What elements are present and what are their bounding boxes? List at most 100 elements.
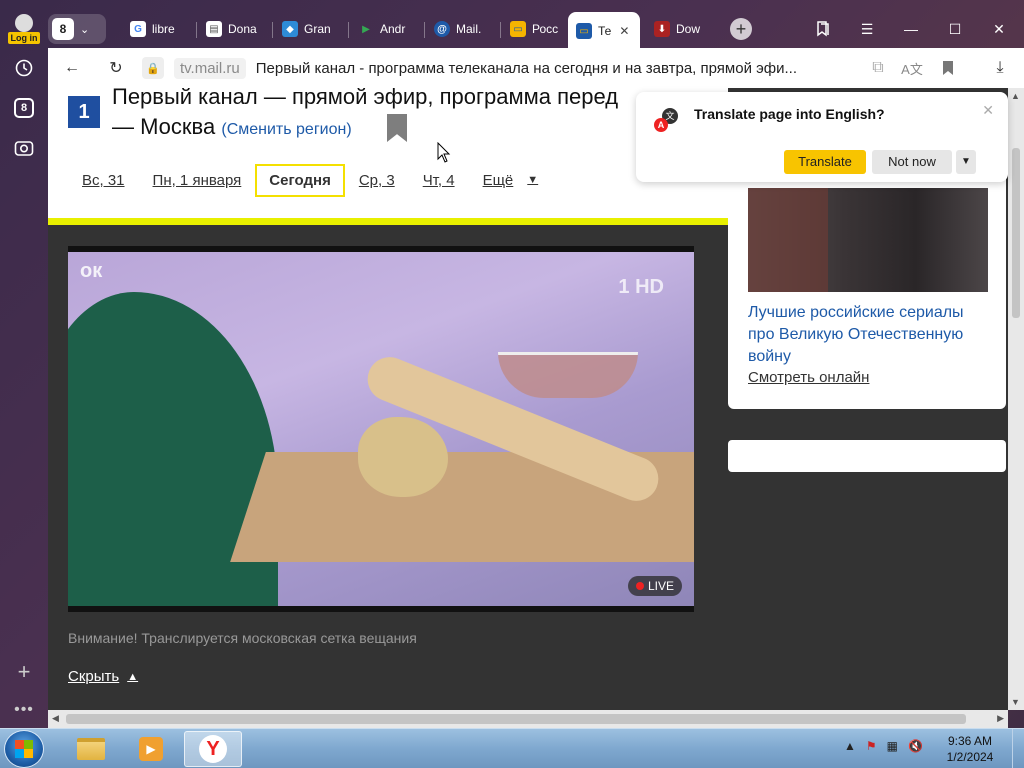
- watch-online-link[interactable]: Смотреть онлайн: [748, 369, 869, 386]
- horizontal-scroll-thumb[interactable]: [66, 714, 966, 724]
- live-label: LIVE: [647, 579, 674, 593]
- tab-separator: [272, 22, 273, 38]
- close-tab-icon[interactable]: ✕: [619, 24, 629, 38]
- tab-download[interactable]: ⬇ Dow: [646, 14, 718, 44]
- promo-headline[interactable]: Лучшие российские сериалы про Великую От…: [748, 302, 993, 368]
- page-title: Первый канал — прямой эфир, программа пе…: [112, 88, 712, 145]
- plus-icon: +: [735, 19, 747, 39]
- menu-button[interactable]: ☰: [852, 14, 882, 44]
- tab-gran[interactable]: ◆ Gran: [274, 14, 346, 44]
- live-video-player[interactable]: ок 1 HD LIVE: [68, 246, 694, 612]
- history-button[interactable]: [0, 50, 48, 86]
- bookmarks-panel-button[interactable]: [808, 14, 838, 44]
- tab-separator: [424, 22, 425, 38]
- minimize-button[interactable]: —: [896, 14, 926, 44]
- network-icon[interactable]: ▦: [887, 739, 898, 753]
- hide-player-link[interactable]: Скрыть ▲: [68, 668, 138, 685]
- translate-question: Translate page into English?: [694, 106, 885, 122]
- day-today[interactable]: Сегодня: [255, 163, 345, 197]
- back-button[interactable]: ←: [58, 54, 86, 82]
- horizontal-scrollbar[interactable]: ◀ ▶: [48, 710, 1008, 728]
- taskbar-media-player[interactable]: ▶: [122, 731, 180, 767]
- profile-avatar[interactable]: Log in: [6, 14, 42, 46]
- close-window-button[interactable]: ✕: [984, 14, 1014, 44]
- translate-button[interactable]: A文: [898, 54, 926, 82]
- show-desktop-button[interactable]: [1012, 729, 1024, 768]
- login-label: Log in: [8, 32, 40, 44]
- ok-watermark-icon: ок: [80, 260, 103, 282]
- promo-thumbnail[interactable]: [748, 188, 988, 292]
- clock-date: 1/2/2024: [946, 750, 994, 764]
- translate-icon: A文: [901, 61, 923, 77]
- document-icon: ▤: [206, 21, 222, 37]
- day-more[interactable]: Ещё ▼: [469, 172, 553, 189]
- vertical-scroll-thumb[interactable]: [1012, 148, 1020, 318]
- rail-more-button[interactable]: •••: [0, 692, 48, 728]
- tab-mail[interactable]: @ Mail.: [426, 14, 498, 44]
- close-popup-icon[interactable]: ✕: [982, 102, 994, 119]
- downloads-button[interactable]: ⤓: [986, 54, 1014, 82]
- bookmark-button[interactable]: [934, 54, 962, 82]
- day-wed-3[interactable]: Ср, 3: [345, 172, 409, 189]
- url-field[interactable]: 🔒 tv.mail.ru Первый канал - программа те…: [142, 55, 862, 81]
- day-more-label: Ещё: [482, 171, 514, 189]
- lock-icon[interactable]: 🔒: [142, 57, 164, 79]
- scroll-down-icon[interactable]: ▼: [1011, 697, 1020, 707]
- tab-dona[interactable]: ▤ Dona: [198, 14, 270, 44]
- tab-active-tv[interactable]: ▭ Те ✕: [568, 12, 640, 50]
- scroll-up-icon[interactable]: ▲: [1011, 91, 1020, 101]
- volume-muted-icon[interactable]: 🔇: [908, 739, 923, 753]
- system-tray: ▲ ⚑ ▦ 🔇: [844, 739, 923, 753]
- clock-icon: [15, 59, 33, 77]
- add-icon: +: [17, 659, 31, 684]
- video-frame[interactable]: ок 1 HD LIVE: [68, 252, 694, 606]
- taskbar-yandex-browser[interactable]: Y: [184, 731, 242, 767]
- tab-label: Dow: [676, 22, 701, 36]
- screenshot-button[interactable]: [0, 130, 48, 166]
- collections-button[interactable]: 8: [0, 90, 48, 126]
- taskbar-explorer[interactable]: [62, 731, 120, 767]
- hamburger-icon: ☰: [860, 20, 874, 37]
- tab-ross[interactable]: ▭ Росс: [502, 14, 568, 44]
- not-now-button[interactable]: Not now: [872, 150, 952, 174]
- day-thu-4[interactable]: Чт, 4: [409, 172, 469, 189]
- scroll-left-icon[interactable]: ◀: [52, 713, 59, 724]
- channel-logo[interactable]: 1: [68, 96, 100, 128]
- scroll-right-icon[interactable]: ▶: [997, 713, 1004, 724]
- tab-separator: [348, 22, 349, 38]
- channel-header: 1 Первый канал — прямой эфир, программа …: [48, 88, 728, 218]
- tab-strip: 8 ⌄ G libre ▤ Dona ◆ Gran ▶ Andr @ Mail.…: [48, 10, 1024, 50]
- address-bar: ← ↻ 🔒 tv.mail.ru Первый канал - программ…: [48, 48, 1024, 88]
- maximize-button[interactable]: ☐: [940, 14, 970, 44]
- tab-andr[interactable]: ▶ Andr: [350, 14, 422, 44]
- action-center-icon[interactable]: ⚑: [866, 739, 877, 753]
- tab-google[interactable]: G libre: [122, 14, 194, 44]
- windows-taskbar: ▶ Y ▲ ⚑ ▦ 🔇 9:36 AM 1/2/2024: [0, 728, 1024, 768]
- arrow-left-icon: ←: [64, 59, 80, 76]
- reader-mode-button[interactable]: ⧉: [864, 54, 892, 82]
- tray-expand-icon[interactable]: ▲: [844, 739, 856, 753]
- maximize-icon: ☐: [948, 20, 962, 37]
- region-name: — Москва: [112, 114, 216, 139]
- minimize-icon: —: [904, 21, 918, 37]
- day-sun-31[interactable]: Вс, 31: [68, 172, 139, 189]
- empty-side-card: [728, 440, 1006, 472]
- page-title-line1: Первый канал — прямой эфир, программа пе…: [112, 88, 619, 109]
- reader-icon: ⧉: [872, 59, 884, 76]
- translate-confirm-button[interactable]: Translate: [784, 150, 866, 174]
- new-tab-button[interactable]: +: [730, 18, 752, 40]
- tab-count-button[interactable]: 8 ⌄: [48, 14, 106, 44]
- day-mon-1[interactable]: Пн, 1 января: [139, 172, 256, 189]
- taskbar-clock[interactable]: 9:36 AM 1/2/2024: [940, 733, 1000, 765]
- tv-icon: ▭: [510, 21, 526, 37]
- triangle-down-icon: ▼: [527, 174, 539, 186]
- live-dot-icon: [635, 582, 644, 590]
- vertical-scrollbar[interactable]: ▲ ▼: [1008, 88, 1024, 710]
- change-region-link[interactable]: (Сменить регион): [221, 121, 351, 138]
- reload-button[interactable]: ↻: [102, 54, 130, 82]
- translate-options-dropdown[interactable]: ▼: [956, 150, 976, 174]
- add-panel-button[interactable]: +: [0, 654, 48, 690]
- tab-separator: [196, 22, 197, 38]
- download-icon: ⤓: [996, 59, 1004, 76]
- start-button[interactable]: [4, 730, 44, 768]
